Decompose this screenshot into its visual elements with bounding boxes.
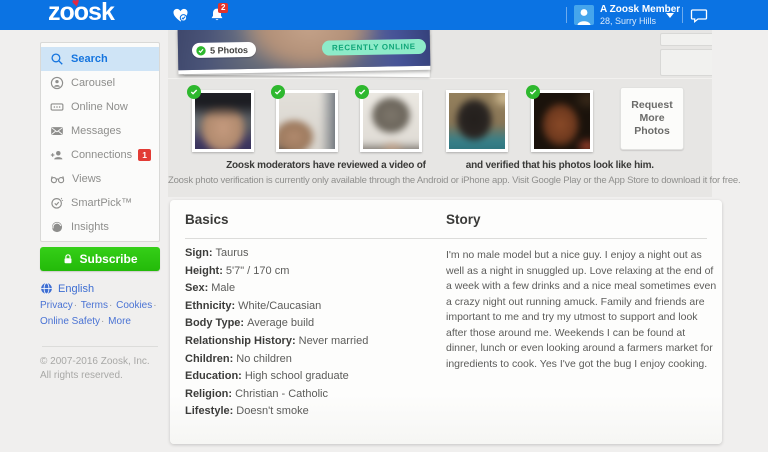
sidebar-item-label: Insights <box>71 221 109 233</box>
subscribe-button[interactable]: Subscribe <box>40 247 160 271</box>
basics-row-height: Height:5'7" / 170 cm <box>185 265 368 283</box>
online-now-icon <box>50 100 64 114</box>
top-nav-bar: zoosk ♥ 2 A Zoosk Member 28, Surry Hills <box>0 0 768 30</box>
connections-icon <box>50 148 64 162</box>
globe-icon <box>40 282 53 295</box>
basics-row-education: Education:High school graduate <box>185 370 368 388</box>
basics-list: Sign:Taurus Height:5'7" / 170 cm Sex:Mal… <box>185 247 368 423</box>
connections-count-badge: 1 <box>138 149 151 161</box>
sidebar-item-messages[interactable]: Messages <box>41 119 159 143</box>
story-text: I'm no male model but a nice guy. I enjo… <box>446 248 718 372</box>
profile-details-card: Basics Story Sign:Taurus Height:5'7" / 1… <box>170 200 722 444</box>
moderation-note: Zoosk photo verification is currently on… <box>168 175 712 186</box>
basics-row-sign: Sign:Taurus <box>185 247 368 265</box>
search-icon <box>50 52 64 66</box>
recently-online-badge: RECENTLY ONLINE <box>322 39 426 56</box>
sidebar-item-insights[interactable]: Insights <box>41 215 159 239</box>
views-icon <box>50 172 65 186</box>
basics-row-sex: Sex:Male <box>185 282 368 300</box>
sidebar-item-label: Messages <box>71 125 121 137</box>
photo-thumbnail-4[interactable] <box>446 90 508 152</box>
sidebar-item-views[interactable]: Views <box>41 167 159 191</box>
verified-check-icon <box>187 85 201 99</box>
verified-check-icon <box>355 85 369 99</box>
chat-bubble-icon[interactable] <box>690 7 707 24</box>
photo-thumbnail-3[interactable] <box>360 90 422 152</box>
sidebar-item-label: Search <box>71 53 108 65</box>
basics-row-religion: Religion:Christian - Catholic <box>185 388 368 406</box>
header-divider <box>566 7 567 23</box>
photo-thumbnail-2[interactable] <box>276 90 338 152</box>
verified-check-icon <box>271 85 285 99</box>
basics-heading: Basics <box>185 212 229 227</box>
sidebar-item-carousel[interactable]: Carousel <box>41 71 159 95</box>
photo-thumbnail-5[interactable] <box>531 90 593 152</box>
basics-row-body-type: Body Type:Average build <box>185 317 368 335</box>
basics-row-lifestyle: Lifestyle:Doesn't smoke <box>185 405 368 423</box>
section-divider <box>168 78 712 79</box>
sidebar-item-smartpick[interactable]: SmartPick™ <box>41 191 159 215</box>
photo-count-badge: 5 Photos <box>192 42 256 58</box>
language-label: English <box>58 283 94 295</box>
card-divider <box>185 238 707 239</box>
partial-card-edge <box>660 33 712 46</box>
zoosk-logo[interactable]: zoosk ♥ <box>48 0 114 27</box>
basics-row-relationship-history: Relationship History:Never married <box>185 335 368 353</box>
sidebar-item-label: Views <box>72 173 101 185</box>
zoosk-profile-page: { "header": { "logo_text": "zoosk", "not… <box>0 0 768 452</box>
language-selector[interactable]: English <box>40 282 94 295</box>
moderation-statement: Zoosk moderators have reviewed a video o… <box>168 160 712 171</box>
footer-links: Privacy· Terms· Cookies· Online Safety· … <box>40 298 164 330</box>
verified-check-icon <box>526 85 540 99</box>
main-profile-photo[interactable]: 5 Photos RECENTLY ONLINE <box>178 24 431 74</box>
sidebar-item-online-now[interactable]: Online Now <box>41 95 159 119</box>
carousel-icon <box>50 76 64 90</box>
notifications-bell-icon[interactable]: 2 <box>209 7 226 24</box>
sidebar-item-search[interactable]: Search <box>41 47 159 71</box>
messages-icon <box>50 124 64 138</box>
cookies-link[interactable]: Cookies <box>116 300 152 311</box>
smartpick-heart-icon[interactable] <box>172 7 189 24</box>
sidebar-item-label: Online Now <box>71 101 128 113</box>
notifications-count-badge: 2 <box>218 3 228 13</box>
partial-card-edge <box>660 49 712 76</box>
user-avatar[interactable] <box>574 5 594 25</box>
online-safety-link[interactable]: Online Safety <box>40 316 100 327</box>
subscribe-label: Subscribe <box>79 252 137 266</box>
sidebar-nav: Search Carousel Online Now Messages Con <box>40 42 160 242</box>
smartpick-icon <box>50 196 64 210</box>
basics-row-children: Children:No children <box>185 353 368 371</box>
check-icon <box>196 45 206 55</box>
photo-verification-section: 5 Photos RECENTLY ONLINE Request More Ph… <box>168 30 712 197</box>
header-divider <box>682 7 683 23</box>
basics-row-ethnicity: Ethnicity:White/Caucasian <box>185 300 368 318</box>
sidebar-footer-divider <box>42 346 158 347</box>
privacy-link[interactable]: Privacy <box>40 300 73 311</box>
sidebar-item-label: Carousel <box>71 77 115 89</box>
insights-icon <box>50 220 64 234</box>
copyright-text: © 2007-2016 Zoosk, Inc. All rights reser… <box>40 355 160 383</box>
terms-link[interactable]: Terms <box>81 300 108 311</box>
sidebar-item-label: Connections <box>71 149 132 161</box>
user-menu-caret-icon[interactable] <box>666 13 674 18</box>
zoosk-logo-text: zoosk <box>48 0 114 26</box>
story-heading: Story <box>446 212 481 227</box>
sidebar-item-connections[interactable]: Connections 1 <box>41 143 159 167</box>
sidebar-item-label: SmartPick™ <box>71 197 132 209</box>
more-link[interactable]: More <box>108 316 131 327</box>
lock-icon <box>62 253 74 265</box>
request-more-photos-button[interactable]: Request More Photos <box>620 87 684 150</box>
photo-thumbnail-1[interactable] <box>192 90 254 152</box>
